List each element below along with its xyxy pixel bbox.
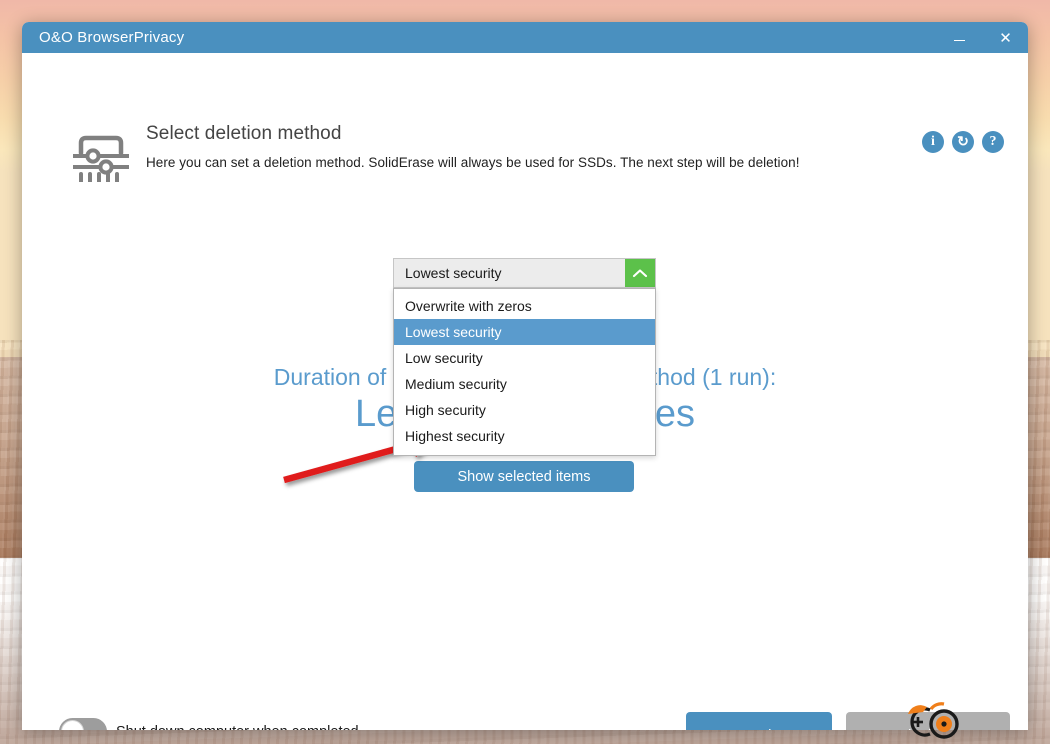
combo-toggle-button[interactable] (625, 259, 655, 287)
dropdown-option-label: Lowest security (405, 324, 502, 340)
dropdown-option-label: Low security (405, 350, 483, 366)
footer-bar: Shut down computer when completed Back S… (22, 698, 1028, 730)
deletion-method-combo: Lowest security Overwrite with zeros Low… (393, 258, 656, 456)
dropdown-option[interactable]: Medium security (394, 371, 655, 397)
shutdown-toggle[interactable] (59, 718, 107, 730)
page-title: Select deletion method (146, 123, 342, 144)
close-button[interactable]: ✕ (983, 22, 1028, 53)
dropdown-option-label: Medium security (405, 376, 507, 392)
info-icon[interactable]: i (922, 131, 944, 153)
watermark: 单机100网 danji100.com (900, 700, 1050, 744)
page-header: Select deletion method Here you can set … (22, 53, 1028, 189)
dropdown-option-label: Overwrite with zeros (405, 298, 532, 314)
minimize-icon (954, 40, 965, 41)
main-content: Duration of deletion with selected metho… (22, 182, 1028, 698)
back-button[interactable]: Back (686, 712, 832, 730)
watermark-logo-icon (908, 702, 959, 739)
close-icon: ✕ (999, 29, 1012, 47)
header-icon-group: i ↻ ? (922, 131, 1004, 153)
shutdown-toggle-label: Shut down computer when completed (116, 724, 359, 730)
help-icon-glyph: ? (989, 134, 997, 149)
app-window: O&O BrowserPrivacy ✕ Select deletion met… (22, 22, 1028, 730)
dropdown-option[interactable]: High security (394, 397, 655, 423)
dropdown-option-selected[interactable]: Lowest security (394, 319, 655, 345)
info-icon-glyph: i (931, 134, 935, 149)
minimize-button[interactable] (937, 22, 982, 53)
help-icon[interactable]: ? (982, 131, 1004, 153)
dropdown-option-label: Highest security (405, 428, 505, 444)
update-icon[interactable]: ↻ (952, 131, 974, 153)
dropdown-option-label: High security (405, 402, 486, 418)
page-subtitle: Here you can set a deletion method. Soli… (146, 155, 800, 170)
update-icon-glyph: ↻ (957, 134, 969, 150)
desktop-background: O&O BrowserPrivacy ✕ Select deletion met… (0, 0, 1050, 744)
dropdown-option[interactable]: Highest security (394, 423, 655, 449)
combo-selected-value: Lowest security (405, 265, 502, 281)
show-selected-items-button[interactable]: Show selected items (414, 461, 634, 492)
chevron-up-icon (632, 268, 648, 277)
dropdown-option[interactable]: Low security (394, 345, 655, 371)
toggle-knob (61, 720, 84, 730)
dropdown-option[interactable]: Overwrite with zeros (394, 293, 655, 319)
combo-field[interactable]: Lowest security (393, 258, 656, 288)
header-texts: Select deletion method Here you can set … (146, 123, 800, 170)
app-title: O&O BrowserPrivacy (39, 29, 185, 46)
combo-dropdown-list[interactable]: Overwrite with zeros Lowest security Low… (393, 288, 656, 456)
title-bar: O&O BrowserPrivacy ✕ (22, 22, 1028, 53)
